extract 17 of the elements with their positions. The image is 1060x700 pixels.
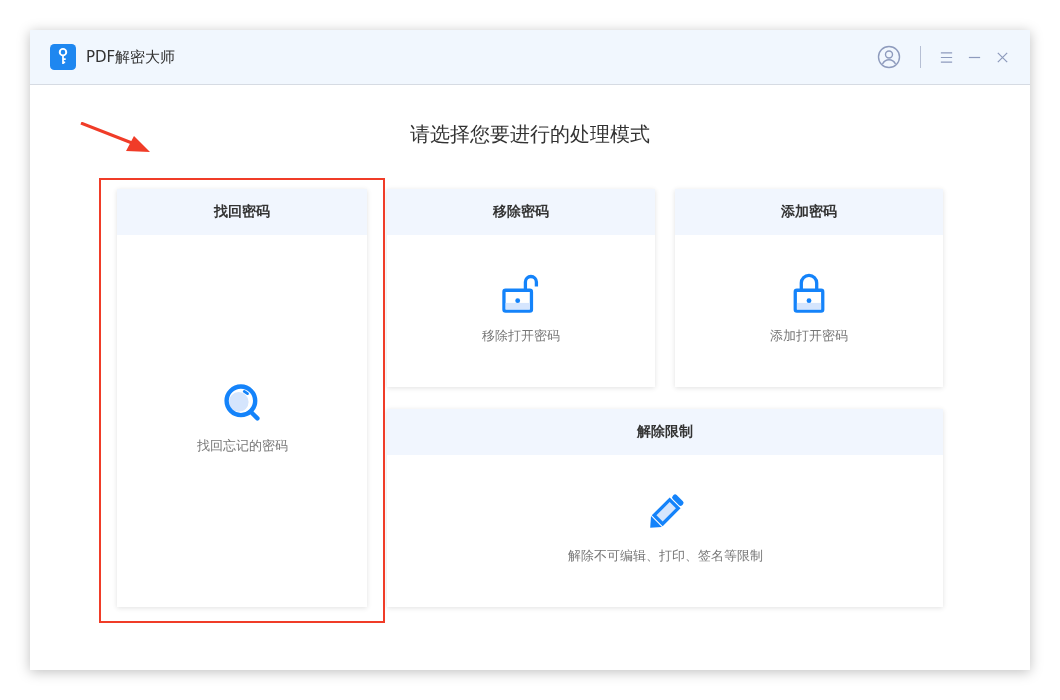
card-description: 移除打开密码 [482,327,560,345]
card-title: 解除限制 [387,409,943,455]
mode-card[interactable]: 添加密码 添加打开密码 [675,189,943,387]
mode-card[interactable]: 移除密码 移除打开密码 [387,189,655,387]
card-title: 找回密码 [117,189,367,235]
mode-card[interactable]: 找回密码 找回忘记的密码 [117,189,367,607]
user-account-icon[interactable] [877,45,901,69]
menu-icon[interactable] [939,49,954,65]
key-logo-icon [50,44,76,70]
card-description: 找回忘记的密码 [196,437,288,455]
card-title: 移除密码 [387,189,655,235]
mode-card[interactable]: 解除限制 解除不可编辑、打印、签名等限制 [387,409,943,607]
card-title: 添加密码 [675,189,943,235]
card-description: 添加打开密码 [770,327,848,345]
window-title: PDF解密大师 [86,47,176,67]
card-description: 解除不可编辑、打印、签名等限制 [567,547,763,565]
page-heading: 请选择您要进行的处理模式 [410,121,650,148]
